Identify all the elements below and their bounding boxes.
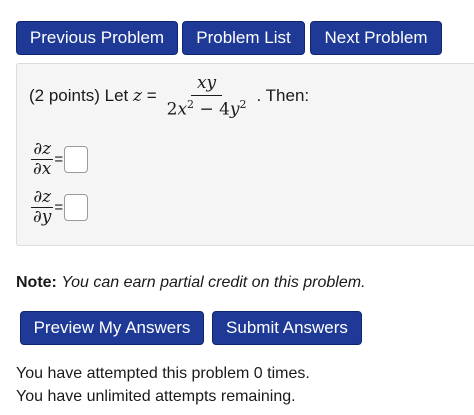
fraction-denominator: 2x2 − 4y2: [166, 97, 247, 120]
derivative-row-y: ∂z ∂y =: [31, 187, 89, 227]
problem-statement: (2 points) Let z = xy 2x2 − 4y2 . Then:: [29, 72, 309, 120]
fraction-numerator: xy: [190, 73, 223, 96]
variable-z: z: [132, 86, 142, 106]
note-label: Note:: [16, 274, 57, 291]
remaining-status: You have unlimited attempts remaining.: [16, 388, 296, 405]
next-problem-button[interactable]: Next Problem: [310, 21, 442, 55]
previous-problem-button[interactable]: Previous Problem: [16, 21, 178, 55]
then-text: . Then:: [256, 86, 310, 105]
points-label: (2 points): [29, 86, 100, 105]
answer-input-dz-dx[interactable]: [64, 146, 89, 173]
submit-answers-button[interactable]: Submit Answers: [212, 311, 362, 345]
equals-sign: =: [146, 86, 157, 105]
partial-z-x: ∂z ∂x: [31, 139, 54, 179]
derivative-equals: =: [54, 151, 64, 168]
partial-z-y: ∂z ∂y: [31, 187, 54, 227]
answer-input-dz-dy[interactable]: [64, 194, 89, 221]
problem-list-button[interactable]: Problem List: [182, 21, 305, 55]
function-fraction: xy 2x2 − 4y2: [161, 73, 253, 120]
note-text: You can earn partial credit on this prob…: [61, 274, 366, 291]
preview-answers-button[interactable]: Preview My Answers: [20, 311, 204, 345]
attempts-status: You have attempted this problem 0 times.: [16, 365, 310, 382]
partial-credit-note: Note: You can earn partial credit on thi…: [16, 274, 366, 292]
derivative-row-x: ∂z ∂x =: [31, 139, 89, 179]
let-text: Let: [104, 86, 129, 105]
derivative-equals: =: [54, 199, 64, 216]
